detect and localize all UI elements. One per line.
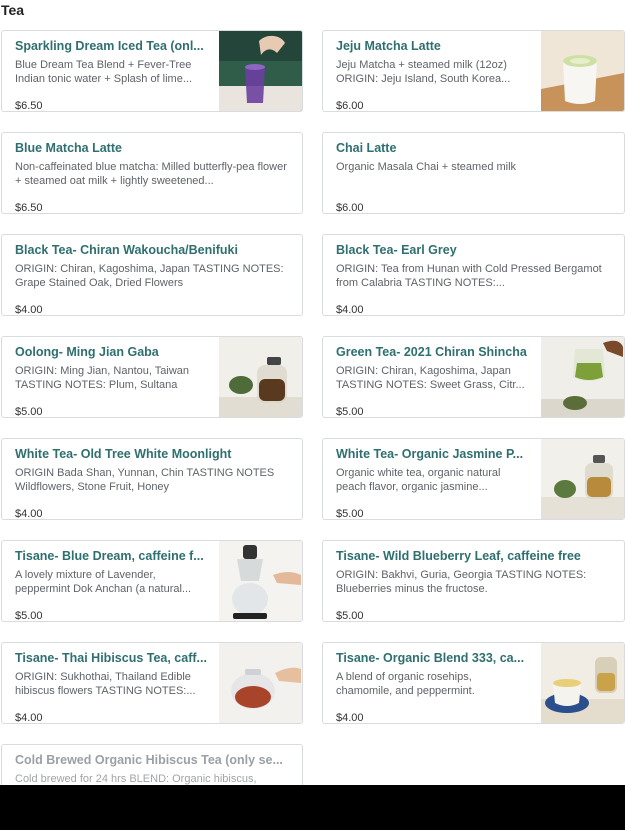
item-name: Sparkling Dream Iced Tea (onl... bbox=[15, 39, 204, 53]
item-price: $4.00 bbox=[15, 712, 43, 724]
bottom-black-bar bbox=[0, 785, 625, 830]
item-price: $5.00 bbox=[336, 610, 364, 622]
item-price: $5.00 bbox=[15, 610, 43, 622]
item-name: Black Tea- Chiran Wakoucha/Benifuki bbox=[15, 243, 238, 257]
item-description: ORIGIN: Chiran, Kagoshima, Japan TASTING… bbox=[336, 365, 525, 391]
menu-item-blue-matcha-latte[interactable]: Blue Matcha Latte Non-caffeinated blue m… bbox=[1, 132, 303, 214]
jasmine-teapot-photo bbox=[541, 439, 624, 519]
menu-item-green-tea-chiran-shincha[interactable]: Green Tea- 2021 Chiran Shincha ORIGIN: C… bbox=[322, 336, 625, 418]
item-name: Tisane- Wild Blueberry Leaf, caffeine fr… bbox=[336, 549, 581, 563]
item-description: Organic white tea, organic natural peach… bbox=[336, 467, 501, 493]
item-description: ORIGIN: Bakhvi, Guria, Georgia TASTING N… bbox=[336, 569, 587, 595]
item-name: Cold Brewed Organic Hibiscus Tea (only s… bbox=[15, 753, 283, 767]
blend-cup-photo bbox=[541, 643, 624, 723]
menu-item-jeju-matcha-latte[interactable]: Jeju Matcha Latte Jeju Matcha + steamed … bbox=[322, 30, 625, 112]
item-description: Jeju Matcha + steamed milk (12oz) ORIGIN… bbox=[336, 59, 511, 85]
menu-item-oolong-ming-jian-gaba[interactable]: Oolong- Ming Jian Gaba ORIGIN: Ming Jian… bbox=[1, 336, 303, 418]
menu-item-black-tea-chiran[interactable]: Black Tea- Chiran Wakoucha/Benifuki ORIG… bbox=[1, 234, 303, 316]
item-name: White Tea- Old Tree White Moonlight bbox=[15, 447, 232, 461]
section-title: Tea bbox=[1, 2, 25, 18]
menu-item-black-tea-earl-grey[interactable]: Black Tea- Earl Grey ORIGIN: Tea from Hu… bbox=[322, 234, 625, 316]
green-tea-pour-photo bbox=[541, 337, 624, 417]
item-name: Green Tea- 2021 Chiran Shincha bbox=[336, 345, 527, 359]
item-price: $6.00 bbox=[336, 100, 364, 112]
item-price: $5.00 bbox=[336, 406, 364, 418]
menu-item-tisane-thai-hibiscus[interactable]: Tisane- Thai Hibiscus Tea, caff... ORIGI… bbox=[1, 642, 303, 724]
item-description: ORIGIN: Sukhothai, Thailand Edible hibis… bbox=[15, 671, 196, 697]
iced-tea-photo bbox=[219, 31, 302, 111]
item-price: $6.50 bbox=[15, 202, 43, 214]
item-description: A lovely mixture of Lavender, peppermint… bbox=[15, 569, 192, 595]
item-name: Blue Matcha Latte bbox=[15, 141, 122, 155]
item-name: Tisane- Blue Dream, caffeine f... bbox=[15, 549, 204, 563]
item-description: ORIGIN: Tea from Hunan with Cold Pressed… bbox=[336, 263, 602, 289]
matcha-latte-photo bbox=[541, 31, 624, 111]
item-description: ORIGIN: Ming Jian, Nantou, Taiwan TASTIN… bbox=[15, 365, 190, 391]
item-description: ORIGIN: Chiran, Kagoshima, Japan TASTING… bbox=[15, 263, 284, 289]
menu-item-chai-latte[interactable]: Chai Latte Organic Masala Chai + steamed… bbox=[322, 132, 625, 214]
item-price: $6.00 bbox=[336, 202, 364, 214]
menu-item-tisane-blue-dream[interactable]: Tisane- Blue Dream, caffeine f... A love… bbox=[1, 540, 303, 622]
item-price: $4.00 bbox=[15, 508, 43, 520]
item-name: Tisane- Thai Hibiscus Tea, caff... bbox=[15, 651, 207, 665]
menu-item-sparkling-dream-iced-tea[interactable]: Sparkling Dream Iced Tea (onl... Blue Dr… bbox=[1, 30, 303, 112]
item-price: $4.00 bbox=[336, 712, 364, 724]
item-name: Chai Latte bbox=[336, 141, 397, 155]
menu-grid: Sparkling Dream Iced Tea (onl... Blue Dr… bbox=[1, 30, 625, 826]
menu-item-white-tea-old-tree-moonlight[interactable]: White Tea- Old Tree White Moonlight ORIG… bbox=[1, 438, 303, 520]
item-description: A blend of organic rosehips, chamomile, … bbox=[336, 671, 475, 697]
item-description: ORIGIN Bada Shan, Yunnan, Chin TASTING N… bbox=[15, 467, 275, 493]
item-price: $5.00 bbox=[336, 508, 364, 520]
menu-item-tisane-organic-blend-333[interactable]: Tisane- Organic Blend 333, ca... A blend… bbox=[322, 642, 625, 724]
item-name: White Tea- Organic Jasmine P... bbox=[336, 447, 524, 461]
menu-item-tisane-wild-blueberry-leaf[interactable]: Tisane- Wild Blueberry Leaf, caffeine fr… bbox=[322, 540, 625, 622]
item-price: $4.00 bbox=[15, 304, 43, 316]
item-name: Jeju Matcha Latte bbox=[336, 39, 441, 53]
item-price: $5.00 bbox=[15, 406, 43, 418]
item-description: Organic Masala Chai + steamed milk bbox=[336, 161, 517, 173]
oolong-teapot-photo bbox=[219, 337, 302, 417]
menu-item-white-tea-organic-jasmine[interactable]: White Tea- Organic Jasmine P... Organic … bbox=[322, 438, 625, 520]
siphon-brewer-photo bbox=[219, 541, 302, 621]
item-price: $4.00 bbox=[336, 304, 364, 316]
item-name: Tisane- Organic Blend 333, ca... bbox=[336, 651, 525, 665]
item-name: Black Tea- Earl Grey bbox=[336, 243, 457, 257]
hibiscus-teapot-photo bbox=[219, 643, 302, 723]
item-name: Oolong- Ming Jian Gaba bbox=[15, 345, 159, 359]
item-description: Blue Dream Tea Blend + Fever-Tree Indian… bbox=[15, 59, 193, 85]
item-price: $6.50 bbox=[15, 100, 43, 112]
item-description: Non-caffeinated blue matcha: Milled butt… bbox=[15, 161, 287, 187]
